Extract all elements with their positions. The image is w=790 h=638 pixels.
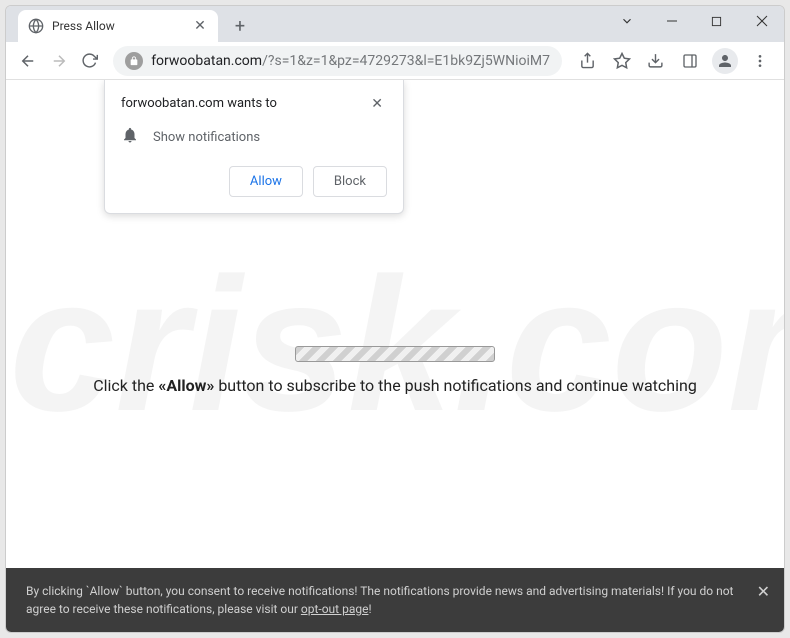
- sidepanel-icon[interactable]: [674, 45, 706, 77]
- opt-out-link[interactable]: opt-out page: [301, 602, 369, 616]
- bookmark-star-icon[interactable]: [606, 45, 638, 77]
- popup-title: forwoobatan.com wants to: [121, 96, 277, 111]
- titlebar: Press Allow ✕ +: [6, 6, 784, 42]
- url-text: forwoobatan.com/?s=1&z=1&pz=4729273&l=E1…: [151, 53, 550, 69]
- address-bar[interactable]: forwoobatan.com/?s=1&z=1&pz=4729273&l=E1…: [113, 46, 562, 76]
- browser-tab[interactable]: Press Allow ✕: [18, 10, 218, 42]
- profile-avatar[interactable]: [712, 48, 738, 74]
- popup-close-button[interactable]: ✕: [367, 96, 387, 112]
- forward-button[interactable]: [45, 45, 72, 77]
- toolbar: forwoobatan.com/?s=1&z=1&pz=4729273&l=E1…: [6, 42, 784, 80]
- consent-close-button[interactable]: ✕: [757, 580, 770, 604]
- browser-window: Press Allow ✕ + forwoobatan.com/?s=1: [5, 5, 785, 633]
- progress-bar: [295, 346, 495, 362]
- consent-text: By clicking `Allow` button, you consent …: [26, 584, 733, 616]
- toolbar-right: [572, 45, 776, 77]
- permission-text: Show notifications: [153, 130, 260, 145]
- new-tab-button[interactable]: +: [226, 12, 254, 40]
- window-controls: [604, 6, 784, 36]
- bell-icon: [121, 126, 139, 148]
- consent-bar: By clicking `Allow` button, you consent …: [6, 568, 784, 632]
- lock-icon[interactable]: [125, 52, 143, 70]
- tab-title: Press Allow: [52, 19, 184, 33]
- maximize-button[interactable]: [694, 6, 739, 36]
- allow-button[interactable]: Allow: [229, 166, 303, 197]
- permission-popup: forwoobatan.com wants to ✕ Show notifica…: [104, 80, 404, 214]
- back-button[interactable]: [14, 45, 41, 77]
- minimize-button[interactable]: [649, 6, 694, 36]
- menu-dots-icon[interactable]: [744, 45, 776, 77]
- page-content-area: pcrisk.com forwoobatan.com wants to ✕ Sh…: [6, 80, 784, 632]
- block-button[interactable]: Block: [313, 166, 387, 197]
- close-window-button[interactable]: [739, 6, 784, 36]
- globe-icon: [28, 18, 44, 34]
- download-icon[interactable]: [640, 45, 672, 77]
- tab-close-button[interactable]: ✕: [192, 18, 208, 34]
- instruction-text: Click the «Allow» button to subscribe to…: [93, 376, 697, 396]
- reload-button[interactable]: [76, 45, 103, 77]
- share-icon[interactable]: [572, 45, 604, 77]
- chevron-down-icon[interactable]: [604, 6, 649, 36]
